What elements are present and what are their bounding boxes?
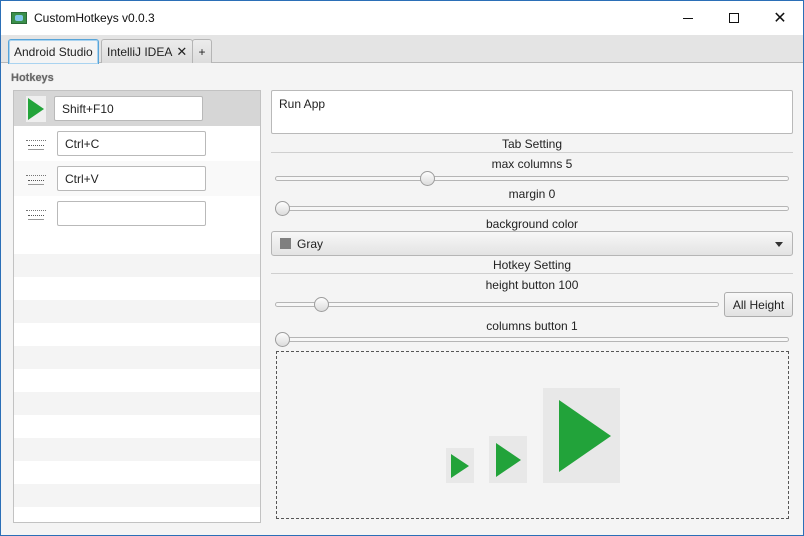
chevron-down-icon (775, 242, 783, 247)
height-button-label: height button 100 (485, 278, 579, 292)
title-bar: CustomHotkeys v0.0.3 ✕ (1, 1, 803, 35)
max-columns-label: max columns 5 (491, 157, 573, 171)
hotkey-list: Shift+F10 Ctrl+C Ctrl+V (13, 90, 261, 523)
columns-button-label: columns button 1 (486, 319, 578, 333)
play-icon (451, 453, 469, 478)
columns-button-slider[interactable] (275, 332, 789, 347)
play-icon (26, 95, 46, 122)
margin-slider[interactable] (275, 201, 789, 216)
empty-row (14, 438, 260, 461)
app-icon (11, 12, 27, 24)
app-window: CustomHotkeys v0.0.3 ✕ Android Studio In… (0, 0, 804, 536)
hotkey-field[interactable]: Ctrl+C (57, 131, 206, 156)
empty-row (14, 277, 260, 300)
slider-thumb[interactable] (275, 332, 290, 347)
empty-row (14, 392, 260, 415)
slider-thumb[interactable] (314, 297, 329, 312)
tab-label: IntelliJ IDEA (107, 44, 173, 59)
empty-row (14, 484, 260, 507)
hotkeys-section-label: Hotkeys (11, 72, 54, 84)
all-height-button[interactable]: All Height (724, 292, 793, 317)
slider-thumb[interactable] (275, 201, 290, 216)
preview-play-button-large[interactable] (543, 388, 620, 483)
divider (271, 273, 793, 274)
minimize-button[interactable] (665, 1, 711, 35)
background-color-label: background color (485, 217, 579, 231)
paste-icon (24, 172, 48, 186)
tab-android-studio[interactable]: Android Studio (8, 39, 99, 64)
background-color-select[interactable]: Gray (271, 231, 793, 256)
hotkey-field[interactable] (57, 201, 206, 226)
window-controls: ✕ (665, 1, 803, 35)
hotkey-row[interactable]: Shift+F10 (14, 91, 260, 126)
empty-row (14, 300, 260, 323)
empty-row (14, 461, 260, 484)
height-button-slider[interactable] (275, 297, 719, 312)
copy-icon (24, 137, 48, 151)
maximize-icon (729, 13, 739, 23)
tab-label: Android Studio (14, 45, 93, 59)
empty-row (14, 231, 260, 254)
hotkey-row[interactable]: Ctrl+C (14, 126, 260, 161)
hotkey-field[interactable]: Ctrl+V (57, 166, 206, 191)
close-icon: ✕ (773, 10, 787, 27)
hotkey-row[interactable]: Ctrl+V (14, 161, 260, 196)
window-title: CustomHotkeys v0.0.3 (34, 11, 155, 25)
empty-row (14, 323, 260, 346)
tab-setting-title: Tab Setting (501, 137, 563, 151)
empty-row (14, 254, 260, 277)
empty-row (14, 415, 260, 438)
hotkey-row[interactable] (14, 196, 260, 231)
play-icon (558, 399, 611, 472)
tab-intellij-idea[interactable]: IntelliJ IDEA ✕ (101, 39, 194, 63)
blank-icon (24, 207, 48, 221)
divider (271, 152, 793, 153)
close-button[interactable]: ✕ (757, 1, 803, 35)
hotkey-field[interactable]: Shift+F10 (54, 96, 203, 121)
add-tab-button[interactable]: + (192, 39, 212, 63)
color-swatch (280, 238, 291, 249)
minimize-icon (683, 17, 693, 19)
empty-row (14, 369, 260, 392)
hotkey-setting-title: Hotkey Setting (492, 258, 572, 272)
max-columns-slider[interactable] (275, 171, 789, 186)
add-tab-label: + (198, 44, 206, 59)
margin-label: margin 0 (508, 187, 556, 201)
slider-thumb[interactable] (420, 171, 435, 186)
preview-play-button-medium[interactable] (489, 436, 527, 483)
maximize-button[interactable] (711, 1, 757, 35)
tab-bar: Android Studio IntelliJ IDEA ✕ + (1, 35, 803, 64)
selected-color: Gray (297, 236, 324, 251)
preview-area (276, 351, 789, 519)
empty-row (14, 346, 260, 369)
description-field[interactable]: Run App (271, 90, 793, 134)
tab-close-icon[interactable]: ✕ (176, 44, 187, 60)
preview-play-button-small[interactable] (446, 448, 474, 483)
play-icon (495, 442, 521, 477)
